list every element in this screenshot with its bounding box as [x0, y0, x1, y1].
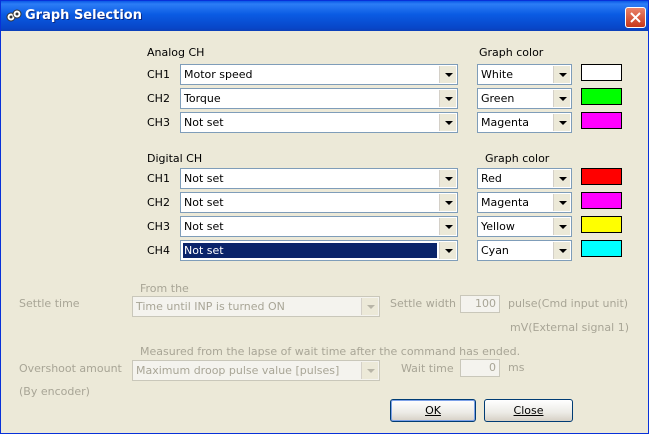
chevron-down-icon[interactable] — [553, 66, 570, 83]
analog-ch3-color-value: Magenta — [481, 116, 530, 129]
digital-ch4-color-value: Cyan — [481, 244, 509, 257]
digital-graph-color-heading: Graph color — [485, 152, 550, 165]
settle-from-label: From the — [140, 282, 189, 295]
chevron-down-icon[interactable] — [361, 362, 378, 379]
digital-ch3-signal-select[interactable]: Not set — [180, 216, 458, 237]
ok-button-label: OK — [425, 404, 441, 417]
digital-ch3-color-value: Yellow — [481, 220, 515, 233]
analog-ch3-color-select[interactable]: Magenta — [477, 112, 572, 133]
digital-ch3-label: CH3 — [147, 220, 170, 233]
digital-ch1-color-value: Red — [481, 172, 502, 185]
analog-ch2-signal-value: Torque — [184, 92, 221, 105]
analog-ch1-label: CH1 — [147, 68, 170, 81]
digital-ch3-color-select[interactable]: Yellow — [477, 216, 572, 237]
analog-ch3-color-swatch — [581, 112, 622, 129]
digital-ch2-color-swatch — [581, 192, 622, 209]
chevron-down-icon[interactable] — [439, 170, 456, 187]
chevron-down-icon[interactable] — [553, 242, 570, 259]
window-title: Graph Selection — [25, 8, 142, 23]
ok-button[interactable]: OK — [390, 399, 476, 422]
analog-ch1-signal-select[interactable]: Motor speed — [180, 64, 458, 85]
close-button-label: Close — [513, 404, 544, 417]
chevron-down-icon[interactable] — [439, 242, 456, 259]
digital-ch4-color-swatch — [581, 240, 622, 257]
analog-ch1-color-swatch — [581, 64, 622, 81]
analog-heading: Analog CH — [147, 46, 205, 59]
analog-graph-color-heading: Graph color — [479, 46, 544, 59]
settle-width-input[interactable]: 100 — [460, 295, 500, 313]
digital-ch2-signal-value: Not set — [184, 196, 224, 209]
settle-width-label: Settle width — [390, 297, 457, 310]
settle-unit-pulse: pulse(Cmd input unit) — [508, 297, 629, 310]
digital-ch4-signal-select[interactable]: Not set — [180, 240, 458, 261]
digital-ch1-color-select[interactable]: Red — [477, 168, 572, 189]
chevron-down-icon[interactable] — [439, 194, 456, 211]
overshoot-caption: Measured from the lapse of wait time aft… — [140, 345, 521, 358]
chevron-down-icon[interactable] — [553, 218, 570, 235]
analog-ch1-signal-value: Motor speed — [184, 68, 253, 81]
chevron-down-icon[interactable] — [553, 90, 570, 107]
wait-time-label: Wait time — [401, 362, 454, 375]
digital-ch1-signal-value: Not set — [184, 172, 224, 185]
close-button[interactable]: Close — [484, 399, 573, 422]
chevron-down-icon[interactable] — [553, 194, 570, 211]
wait-time-unit: ms — [508, 361, 525, 374]
graph-selection-dialog: Graph Selection Analog CH Graph color CH… — [0, 0, 649, 434]
settle-time-label: Settle time — [19, 297, 80, 310]
analog-ch3-label: CH3 — [147, 116, 170, 129]
digital-ch2-color-value: Magenta — [481, 196, 530, 209]
analog-ch2-label: CH2 — [147, 92, 170, 105]
digital-ch1-label: CH1 — [147, 172, 170, 185]
chevron-down-icon[interactable] — [439, 218, 456, 235]
analog-ch2-color-value: Green — [481, 92, 515, 105]
analog-ch2-signal-select[interactable]: Torque — [180, 88, 458, 109]
digital-ch3-color-swatch — [581, 216, 622, 233]
chevron-down-icon[interactable] — [553, 170, 570, 187]
close-icon — [630, 12, 641, 23]
analog-ch1-color-select[interactable]: White — [477, 64, 572, 85]
window-close-button[interactable] — [625, 7, 646, 28]
analog-ch3-signal-value: Not set — [184, 116, 224, 129]
analog-ch1-color-value: White — [481, 68, 513, 81]
digital-ch1-color-swatch — [581, 168, 622, 185]
overshoot-sublabel: (By encoder) — [19, 385, 90, 398]
chevron-down-icon[interactable] — [553, 114, 570, 131]
analog-ch2-color-select[interactable]: Green — [477, 88, 572, 109]
overshoot-value: Maximum droop pulse value [pulses] — [136, 364, 340, 377]
chevron-down-icon[interactable] — [439, 114, 456, 131]
digital-ch2-signal-select[interactable]: Not set — [180, 192, 458, 213]
digital-ch2-color-select[interactable]: Magenta — [477, 192, 572, 213]
settle-unit-mv: mV(External signal 1) — [510, 321, 629, 334]
digital-ch4-label: CH4 — [147, 244, 170, 257]
chevron-down-icon[interactable] — [439, 90, 456, 107]
digital-ch4-signal-value: Not set — [183, 243, 437, 258]
digital-ch3-signal-value: Not set — [184, 220, 224, 233]
digital-heading: Digital CH — [147, 152, 203, 165]
analog-ch2-color-swatch — [581, 88, 622, 105]
digital-ch2-label: CH2 — [147, 196, 170, 209]
app-icon — [6, 8, 22, 24]
chevron-down-icon[interactable] — [439, 66, 456, 83]
wait-time-input[interactable]: 0 — [460, 359, 500, 377]
title-bar[interactable]: Graph Selection — [1, 1, 648, 31]
digital-ch1-signal-select[interactable]: Not set — [180, 168, 458, 189]
chevron-down-icon[interactable] — [361, 298, 378, 315]
overshoot-select[interactable]: Maximum droop pulse value [pulses] — [132, 360, 380, 381]
analog-ch3-signal-select[interactable]: Not set — [180, 112, 458, 133]
digital-ch4-color-select[interactable]: Cyan — [477, 240, 572, 261]
settle-from-select[interactable]: Time until INP is turned ON — [132, 296, 380, 317]
settle-from-value: Time until INP is turned ON — [136, 300, 285, 313]
overshoot-label: Overshoot amount — [19, 362, 122, 375]
